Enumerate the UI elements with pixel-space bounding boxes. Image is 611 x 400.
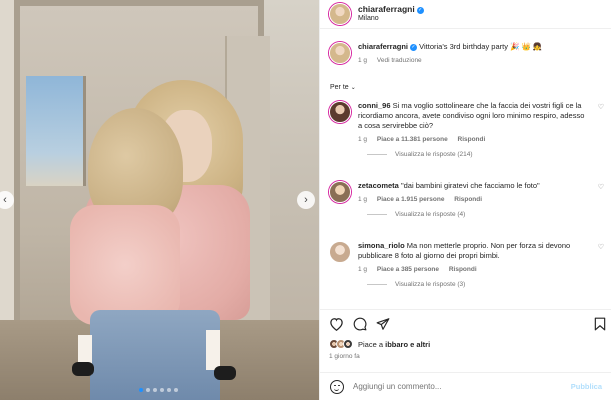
view-replies-label: Visualizza le risposte (3)	[395, 281, 466, 288]
post-action-bar	[320, 309, 611, 339]
bookmark-icon[interactable]	[594, 317, 606, 333]
photo-child-dress	[70, 205, 180, 325]
carousel-dot	[139, 388, 143, 392]
replies-divider	[367, 214, 387, 215]
comment-age: 1 g	[358, 196, 368, 203]
commenter-avatar[interactable]	[329, 101, 351, 123]
chevron-right-icon: ›	[304, 194, 308, 206]
verified-badge-icon: ✓	[416, 7, 424, 14]
chevron-down-icon: ⌄	[350, 85, 356, 91]
comment-icon[interactable]	[353, 317, 367, 333]
comments-filter[interactable]: Per te ⌄	[330, 84, 356, 91]
liker-avatar	[343, 339, 353, 349]
view-replies-button[interactable]: Visualizza le risposte (3)	[367, 281, 604, 288]
carousel-dot	[153, 388, 157, 392]
translate-link[interactable]: Vedi traduzione	[377, 57, 422, 64]
comment-like-heart-icon[interactable]: ♡	[598, 243, 604, 251]
likes-summary-text: Piace a ibbaro e altri	[358, 340, 430, 349]
likes-prefix: Piace a	[358, 339, 384, 349]
photo-window	[26, 76, 86, 186]
view-replies-label: Visualizza le risposte (4)	[395, 211, 466, 218]
replies-divider	[367, 154, 387, 155]
comment-item: simona_riolo Ma non metterle proprio. No…	[329, 241, 604, 288]
comment-item: conni_96 Si ma voglio sottolineare che l…	[329, 101, 604, 158]
post-side-panel: chiaraferragni ✓ Milano chiaraferragni ✓ V…	[319, 0, 611, 400]
reply-button[interactable]: Rispondi	[458, 136, 486, 143]
comment-likes[interactable]: Piace a 11.381 persone	[377, 136, 448, 143]
carousel-dot	[146, 388, 150, 392]
view-replies-label: Visualizza le risposte (214)	[395, 151, 473, 158]
comment-like-heart-icon[interactable]: ♡	[598, 183, 604, 191]
view-replies-button[interactable]: Visualizza le risposte (214)	[367, 151, 604, 158]
caption-username[interactable]: chiaraferragni	[358, 42, 408, 51]
comment-text: Si ma voglio sottolineare che la faccia …	[358, 101, 585, 130]
commenter-avatar[interactable]	[329, 181, 351, 203]
post-caption: chiaraferragni ✓ Vittoria's 3rd birthday …	[329, 42, 604, 66]
likes-others[interactable]: e altri	[410, 340, 430, 349]
verified-badge-icon: ✓	[410, 44, 418, 51]
carousel-dot	[167, 388, 171, 392]
caption-author-avatar[interactable]	[329, 42, 351, 64]
commenter-avatar[interactable]	[329, 241, 351, 263]
comments-filter-label: Per te	[330, 84, 349, 91]
comment-username[interactable]: simona_riolo	[358, 241, 405, 250]
comment-like-heart-icon[interactable]: ♡	[598, 103, 604, 111]
view-replies-button[interactable]: Visualizza le risposte (4)	[367, 211, 604, 218]
heart-icon[interactable]	[329, 317, 344, 333]
author-username-row: chiaraferragni ✓	[358, 4, 424, 14]
comment-text: "dai bambini giratevi che facciamo le fo…	[400, 181, 540, 190]
comment-likes[interactable]: Piace a 1.915 persone	[377, 196, 445, 203]
caption-age: 1 g	[358, 57, 368, 64]
photo-jeans	[90, 310, 220, 400]
comment-likes[interactable]: Piace a 385 persone	[377, 266, 439, 273]
comment-item: zetacometa "dai bambini giratevi che fac…	[329, 181, 604, 218]
comment-age: 1 g	[358, 266, 368, 273]
carousel-dot	[174, 388, 178, 392]
author-avatar[interactable]	[329, 3, 351, 25]
photo-child-leg	[206, 330, 220, 370]
carousel-indicator	[139, 388, 178, 392]
comment-username[interactable]: conni_96	[358, 101, 391, 110]
likes-summary[interactable]: Piace a ibbaro e altri	[329, 339, 430, 349]
post-timestamp[interactable]: 1 giorno fa	[329, 353, 360, 360]
photo-child-shoe	[214, 366, 236, 380]
publish-button[interactable]: Pubblica	[571, 382, 602, 391]
post-photo[interactable]: ‹ ›	[0, 0, 319, 400]
add-comment-input[interactable]	[353, 382, 571, 391]
comment-username[interactable]: zetacometa	[358, 181, 399, 190]
caption-text: Vittoria's 3rd birthday party 🎉 👑 👧	[419, 42, 543, 51]
next-slide-button[interactable]: ›	[297, 191, 315, 209]
author-username[interactable]: chiaraferragni	[358, 4, 415, 14]
post-location[interactable]: Milano	[358, 14, 424, 24]
carousel-dot	[160, 388, 164, 392]
reply-button[interactable]: Rispondi	[449, 266, 477, 273]
reply-button[interactable]: Rispondi	[454, 196, 482, 203]
emoji-icon[interactable]	[330, 379, 344, 394]
likes-user[interactable]: ibbaro	[385, 340, 408, 349]
replies-divider	[367, 284, 387, 285]
photo-child-shoe	[72, 362, 94, 376]
post-header: chiaraferragni ✓ Milano	[320, 0, 611, 29]
add-comment-bar: Pubblica	[320, 372, 611, 400]
share-icon[interactable]	[376, 317, 390, 333]
chevron-left-icon: ‹	[3, 194, 7, 206]
comment-age: 1 g	[358, 136, 368, 143]
